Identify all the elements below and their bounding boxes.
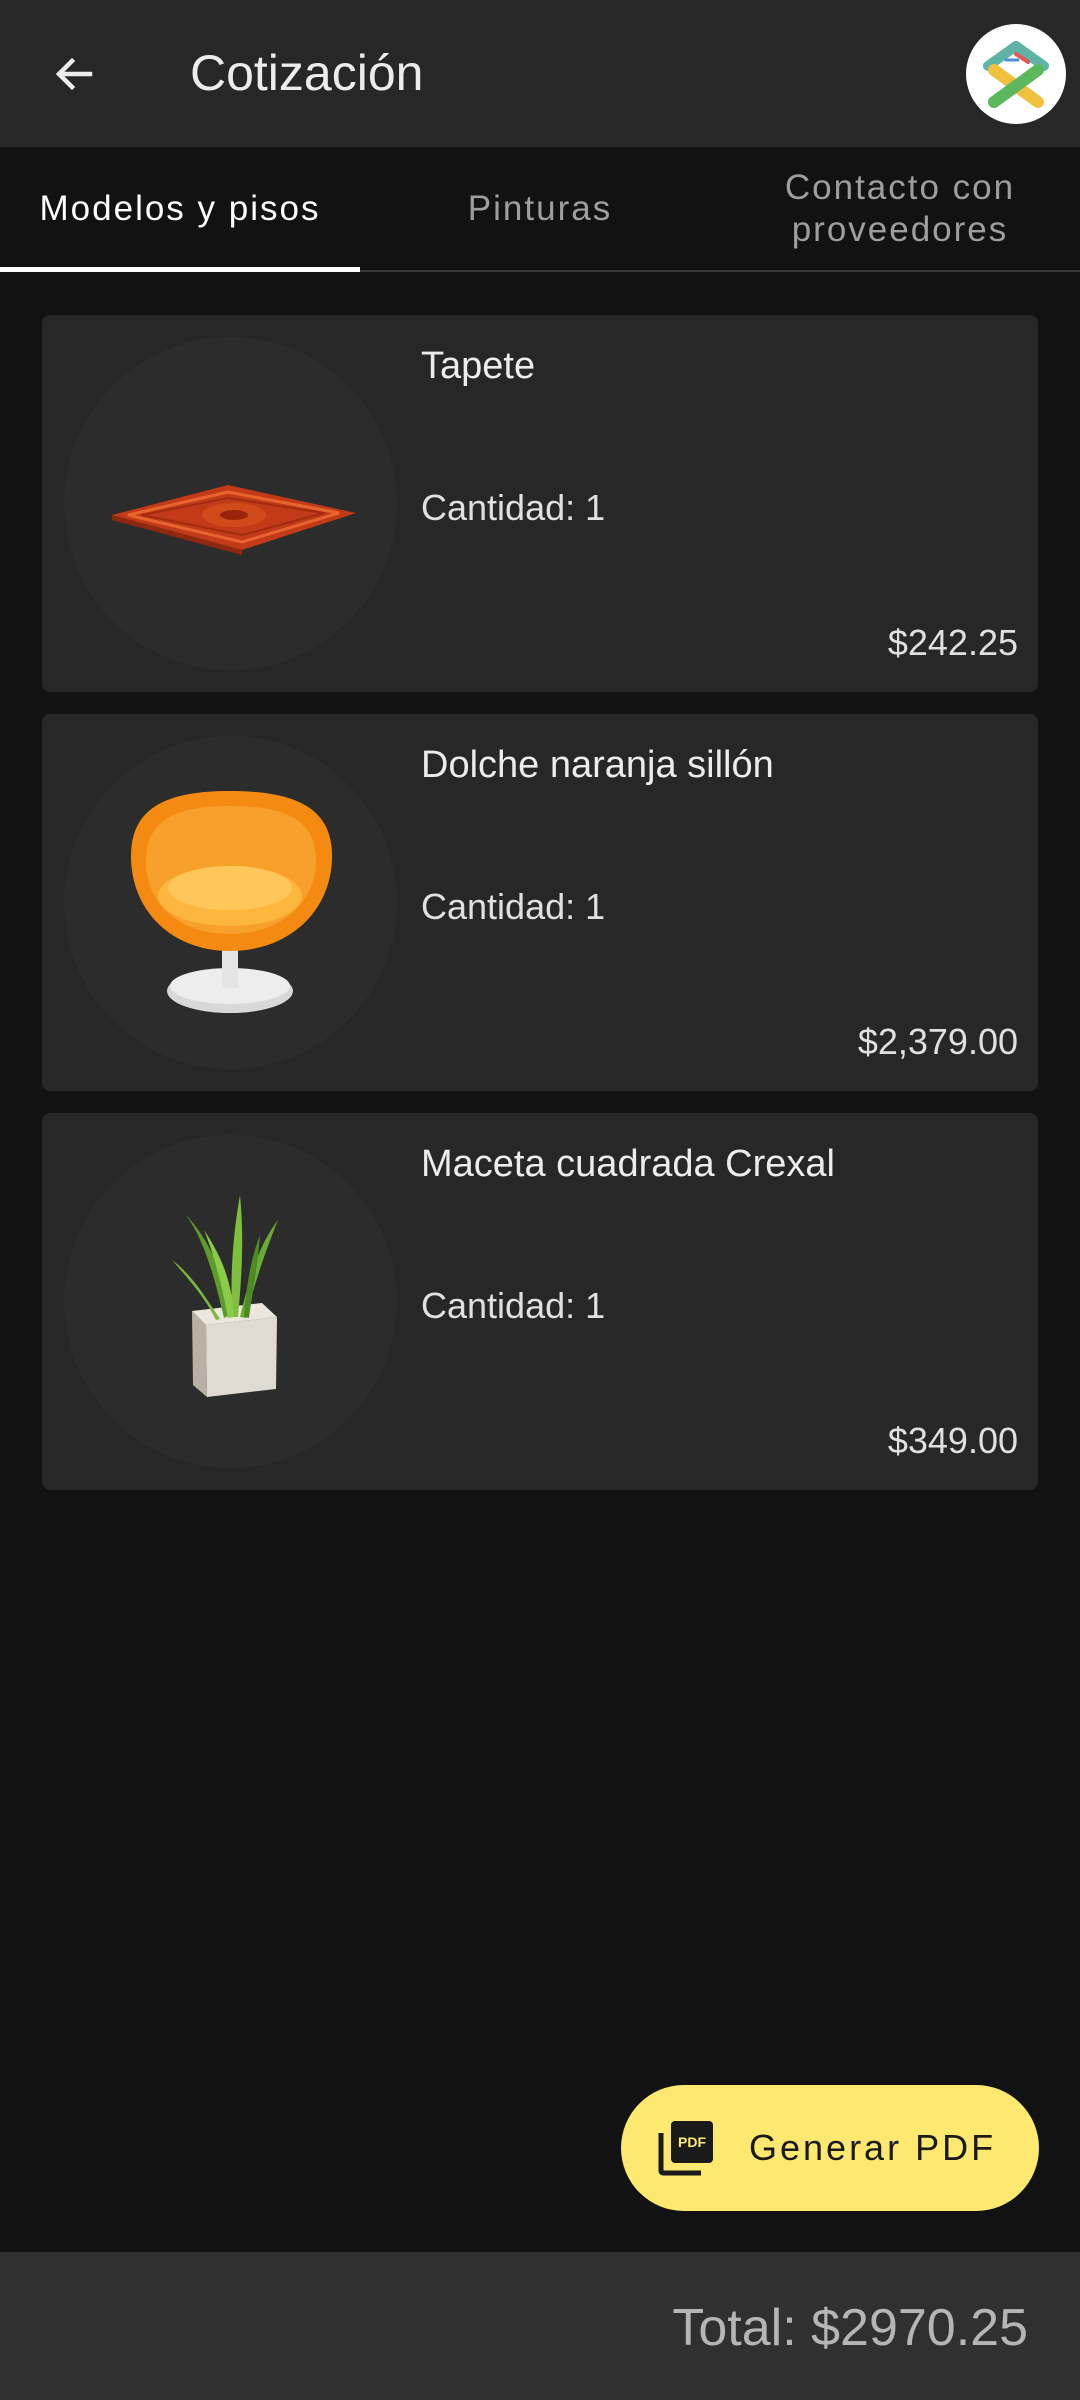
item-price: $2,379.00 <box>857 1021 1018 1062</box>
item-name: Maceta cuadrada Crexal <box>421 1143 835 1185</box>
quote-item-card[interactable]: Dolche naranja sillón Cantidad: 1 $2,379… <box>42 714 1038 1091</box>
total-amount: Total: $2970.25 <box>672 2299 1028 2357</box>
tab-label: Contacto con proveedores <box>784 167 1016 249</box>
item-name: Dolche naranja sillón <box>421 744 774 786</box>
rug-image <box>112 485 356 555</box>
app-bar: Cotización <box>0 0 1080 147</box>
tab-pinturas[interactable]: Pinturas <box>360 147 720 270</box>
plant-pot-image <box>172 1195 278 1397</box>
app-logo[interactable] <box>966 24 1066 124</box>
svg-text:PDF: PDF <box>678 2134 706 2150</box>
item-quantity: Cantidad: 1 <box>421 1285 606 1326</box>
quote-item-card[interactable]: Tapete Cantidad: 1 $242.25 <box>42 315 1038 692</box>
item-thumbnail <box>64 1135 397 1468</box>
quote-item-list: Tapete Cantidad: 1 $242.25 Dolche naranj… <box>42 315 1038 1512</box>
item-name: Tapete <box>421 345 536 387</box>
generate-pdf-label: Generar PDF <box>749 2127 997 2168</box>
item-thumbnail <box>64 736 397 1069</box>
tab-bar: Modelos y pisos Pinturas Contacto con pr… <box>0 147 1080 272</box>
item-price: $242.25 <box>887 622 1018 663</box>
item-quantity: Cantidad: 1 <box>421 487 606 528</box>
tab-modelos-y-pisos[interactable]: Modelos y pisos <box>0 147 360 272</box>
generate-pdf-button[interactable]: PDF Generar PDF <box>621 2085 1039 2211</box>
item-thumbnail <box>64 337 397 670</box>
item-price: $349.00 <box>887 1420 1018 1461</box>
logo-icon <box>983 41 1049 108</box>
tab-contacto-con-proveedores[interactable]: Contacto con proveedores <box>720 147 1080 270</box>
quote-item-card[interactable]: Maceta cuadrada Crexal Cantidad: 1 $349.… <box>42 1113 1038 1490</box>
tab-label: Modelos y pisos <box>39 188 321 228</box>
item-quantity: Cantidad: 1 <box>421 886 606 927</box>
back-button[interactable] <box>40 40 108 108</box>
page-title: Cotización <box>190 45 424 101</box>
tab-label: Pinturas <box>467 188 613 228</box>
orange-chair-image <box>131 791 332 1013</box>
pdf-icon: PDF <box>658 2121 713 2176</box>
total-bar: Total: $2970.25 <box>0 2252 1080 2400</box>
arrow-left-icon <box>55 57 93 91</box>
